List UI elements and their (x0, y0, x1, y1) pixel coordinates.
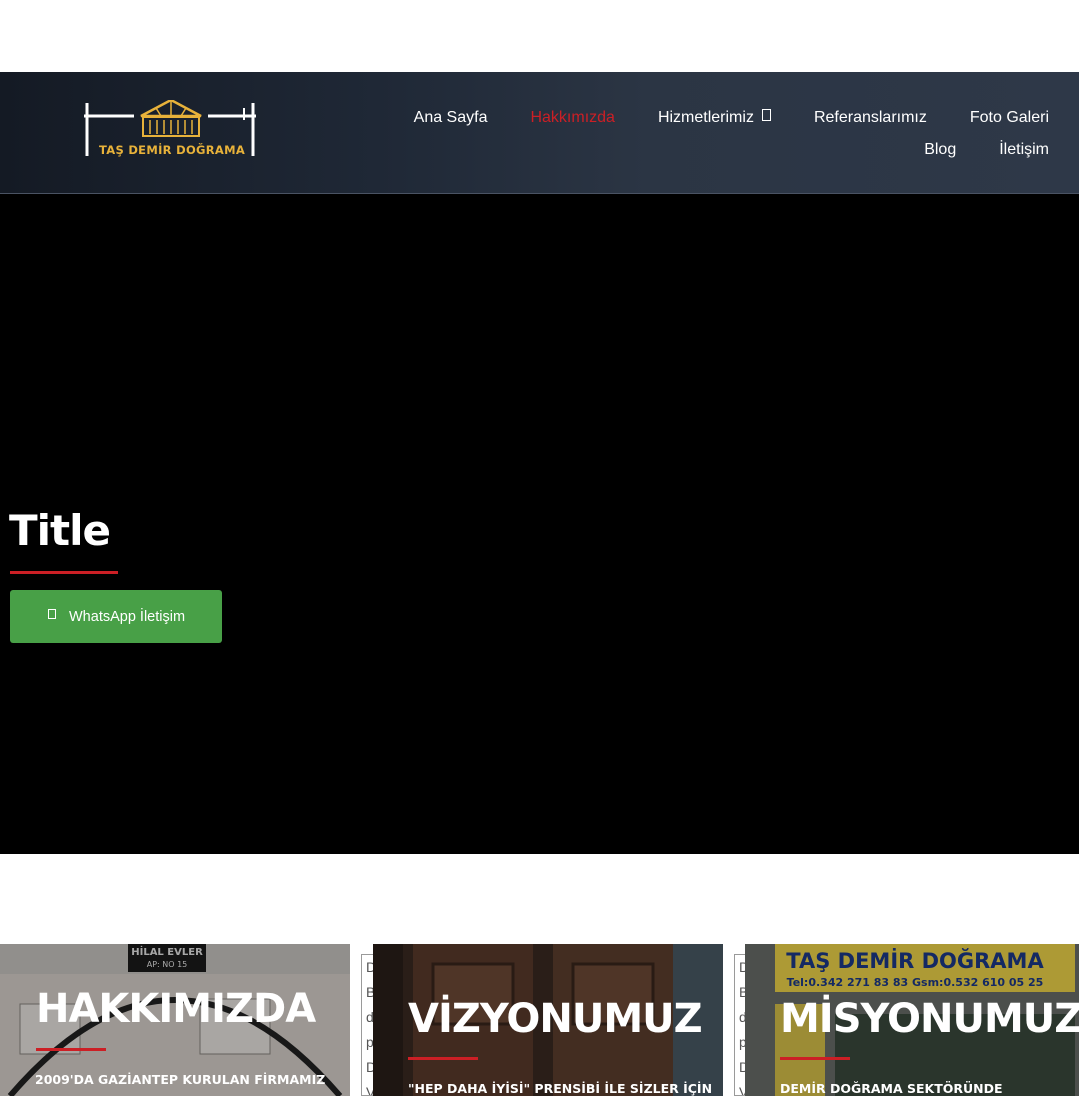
whatsapp-button-label: WhatsApp İletişim (69, 608, 186, 625)
card-hakkimizda-underline (36, 1048, 106, 1051)
card-misyonumuz-title: MİSYONUMUZ (780, 996, 1079, 1042)
card-vizyonumuz-title: VİZYONUMUZ (408, 996, 703, 1042)
card-hakkimizda-title: HAKKIMIZDA (36, 986, 316, 1032)
site-header: TAŞ DEMİR DOĞRAMA Ana Sayfa Hakkımızda H… (0, 72, 1079, 194)
nav-item-hakkimizda[interactable]: Hakkımızda (530, 109, 614, 127)
card-hakkimizda-subtitle: 2009'DA GAZİANTEP KURULAN FİRMAMIZ (35, 1072, 326, 1087)
nav-item-iletisim[interactable]: İletişim (999, 141, 1049, 159)
main-nav: Ana Sayfa Hakkımızda Hizmetlerimiz Refer… (389, 102, 1049, 166)
nav-item-ana-sayfa[interactable]: Ana Sayfa (414, 109, 488, 127)
nav-item-hizmetlerimiz[interactable]: Hizmetlerimiz (658, 109, 771, 127)
nav-item-referanslarimiz[interactable]: Referanslarımız (814, 109, 927, 127)
card-misyonumuz-subtitle: DEMİR DOĞRAMA SEKTÖRÜNDE (780, 1081, 1003, 1096)
card-vizyonumuz[interactable]: VİZYONUMUZ "HEP DAHA İYİSİ" PRENSİBİ İLE… (373, 944, 723, 1096)
nav-row-2: Blog İletişim (389, 134, 1049, 166)
whatsapp-contact-button[interactable]: WhatsApp İletişim (10, 590, 222, 643)
hero-title-underline (10, 571, 118, 574)
site-logo[interactable]: TAŞ DEMİR DOĞRAMA (84, 98, 258, 164)
card-vizyonumuz-subtitle: "HEP DAHA İYİSİ" PRENSİBİ İLE SİZLER İÇİ… (408, 1081, 713, 1096)
nav-item-hizmetlerimiz-label: Hizmetlerimiz (657, 109, 754, 126)
nav-item-blog[interactable]: Blog (924, 141, 956, 159)
nav-item-foto-galeri[interactable]: Foto Galeri (970, 109, 1049, 127)
nav-row-1: Ana Sayfa Hakkımızda Hizmetlerimiz Refer… (389, 102, 1049, 134)
dropdown-chevron-icon (761, 109, 771, 121)
hero-title: Title (9, 506, 111, 555)
card-misyonumuz[interactable]: TAŞ DEMİR DOĞRAMA Tel:0.342 271 83 83 Gs… (745, 944, 1079, 1096)
card-misyonumuz-underline (780, 1057, 850, 1060)
hero-section: Title WhatsApp İletişim (0, 194, 1079, 854)
card-vizyonumuz-underline (408, 1057, 478, 1060)
logo-text: TAŞ DEMİR DOĞRAMA (99, 143, 246, 157)
whatsapp-icon (48, 609, 56, 619)
card-hakkimizda[interactable]: HİLAL EVLER AP: NO 15 HAKKIMIZDA 2009'DA… (0, 944, 350, 1096)
